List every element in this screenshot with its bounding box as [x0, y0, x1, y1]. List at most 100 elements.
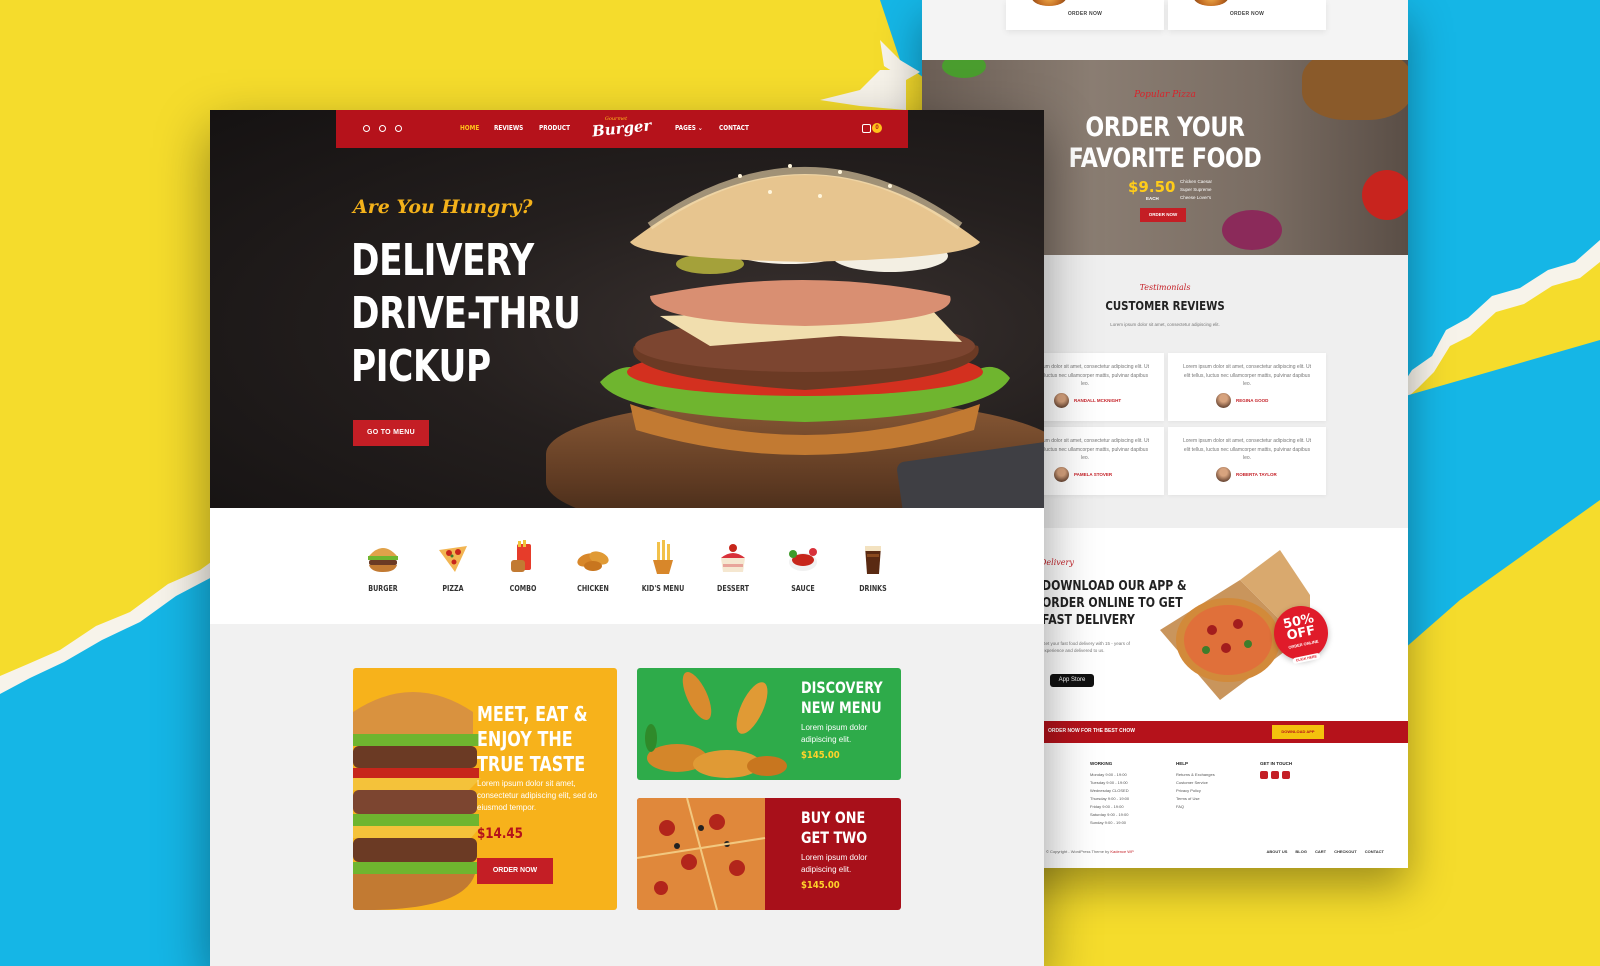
avatar [1216, 393, 1231, 408]
hero-kicker: Are You Hungry? [353, 196, 533, 218]
footer-help: HELP Returns & Exchanges Customer Servic… [1176, 761, 1215, 811]
category-sauce[interactable]: SAUCE [774, 538, 832, 593]
nav-contact[interactable]: CONTACT [719, 124, 749, 132]
chevron-down-icon: ⌄ [697, 124, 703, 132]
promo-price: $145.00 [801, 750, 840, 761]
nav-reviews[interactable]: REVIEWS [494, 124, 523, 132]
nav-pages[interactable]: PAGES ⌄ [675, 124, 703, 132]
facebook-icon[interactable] [363, 125, 370, 132]
price: $9.50 [1128, 178, 1176, 196]
product-card: ORDER NOW [1168, 0, 1326, 30]
pizza-image [637, 798, 766, 910]
footer-get-in-touch: GET IN TOUCH [1260, 761, 1292, 779]
avatar [1216, 467, 1231, 482]
instagram-icon[interactable] [1282, 771, 1290, 779]
order-now-button[interactable]: ORDER NOW [1140, 208, 1186, 222]
footer-link-about[interactable]: ABOUT US [1267, 849, 1288, 854]
footer-link-contact[interactable]: CONTACT [1365, 849, 1384, 854]
category-pizza[interactable]: PIZZA [424, 538, 482, 593]
reviewer-name: ROBERTA TAYLOR [1236, 472, 1277, 477]
review-text: Lorem ipsum dolor sit amet, consectetur … [1182, 364, 1312, 387]
section-description: Get your fast food delivery with 15 - ye… [1042, 641, 1131, 653]
avatar [1054, 467, 1069, 482]
twitter-icon[interactable] [379, 125, 386, 132]
footer-link-checkout[interactable]: CHECKOUT [1334, 849, 1357, 854]
nav-home[interactable]: HOME [460, 124, 479, 132]
footer-link[interactable]: Privacy Policy [1176, 787, 1215, 795]
promo-card-discovery[interactable]: DISCOVERY NEW MENU Lorem ipsum dolor adi… [637, 668, 901, 780]
go-to-menu-button[interactable]: GO TO MENU [353, 420, 429, 446]
instagram-icon[interactable] [395, 125, 402, 132]
app-store-button[interactable]: App Store [1050, 674, 1094, 687]
category-dessert[interactable]: DESSERT [704, 538, 762, 593]
cart-icon[interactable] [862, 124, 871, 133]
social-links [363, 125, 402, 132]
category-bar: BURGER PIZZA COMBO CHICKEN KID'S MENU DE… [210, 508, 1044, 624]
drinks-icon [865, 546, 881, 574]
promo-description: Lorem ipsum dolor sit amet, consectetur … [477, 779, 598, 812]
category-kids-menu[interactable]: KID'S MENU [634, 538, 692, 593]
pepper-slice-image [942, 60, 986, 78]
review-text: Lorem ipsum dolor sit amet, consectetur … [1182, 438, 1312, 461]
promo-price: $145.00 [801, 880, 840, 891]
footer-link[interactable]: Customer Service [1176, 779, 1215, 787]
front-page-preview: Are You Hungry? DELIVERY DRIVE-THRU PICK… [210, 110, 1044, 966]
cart-count-badge: 0 [872, 123, 882, 133]
pizza-thumbnail [1194, 0, 1228, 6]
footer-link[interactable]: Terms of Use [1176, 795, 1215, 803]
promo-card-meet-eat[interactable]: MEET, EAT & ENJOY THE TRUE TASTE Lorem i… [353, 668, 617, 910]
onion-image [1222, 210, 1282, 250]
order-now-button[interactable]: ORDER NOW [1168, 11, 1326, 17]
footer-link[interactable]: FAQ [1176, 803, 1215, 811]
section-kicker: Delivery [1040, 558, 1074, 567]
promo-price: $14.45 [477, 826, 523, 842]
kids-menu-icon [653, 540, 673, 574]
stacked-burger-image [353, 692, 481, 910]
top-product-cards: ORDER NOW ORDER NOW [922, 0, 1408, 60]
nav-product[interactable]: PRODUCT [539, 124, 570, 132]
order-now-button[interactable]: ORDER NOW [477, 858, 553, 884]
site-logo[interactable]: Gourmet Burger [591, 116, 652, 144]
download-app-button[interactable]: DOWNLOAD APP [1272, 725, 1324, 739]
nav-links-right: PAGES ⌄ CONTACT [675, 124, 755, 132]
product-card: ORDER NOW [1006, 0, 1164, 30]
sauce-icon [789, 548, 817, 571]
promo-title: BUY ONE GET TWO [801, 808, 868, 847]
section-kicker: Popular Pizza [1134, 90, 1196, 100]
pizza-icon [439, 546, 467, 572]
copyright: © Copyright - WordPress Theme by Kadence… [1046, 849, 1134, 854]
reviewer-name: REGINA GOOD [1236, 398, 1269, 403]
order-now-button[interactable]: ORDER NOW [1006, 11, 1164, 17]
tomato-image [1362, 170, 1408, 220]
nav-links-left: HOME REVIEWS PRODUCT [460, 124, 577, 132]
category-drinks[interactable]: DRINKS [844, 538, 902, 593]
avatar [1054, 393, 1069, 408]
review-card: Lorem ipsum dolor sit amet, consectetur … [1168, 427, 1326, 495]
cta-text: ORDER NOW FOR THE BEST CHOW [1048, 728, 1135, 734]
promo-title: MEET, EAT & ENJOY THE TRUE TASTE [477, 702, 588, 776]
review-card: Lorem ipsum dolor sit amet, consectetur … [1168, 353, 1326, 421]
hero-headline: DELIVERY DRIVE-THRU PICKUP [351, 235, 581, 392]
category-combo[interactable]: COMBO [494, 538, 552, 593]
promo-card-buy-one[interactable]: BUY ONE GET TWO Lorem ipsum dolor adipis… [637, 798, 901, 910]
footer-link-cart[interactable]: CART [1315, 849, 1326, 854]
combo-icon [511, 540, 531, 572]
facebook-icon[interactable] [1260, 771, 1268, 779]
promo-description: Lorem ipsum dolor adipiscing elit. [801, 723, 868, 744]
dessert-icon [721, 544, 745, 572]
main-navigation: HOME REVIEWS PRODUCT Gourmet Burger PAGE… [336, 110, 908, 148]
footer-link-blog[interactable]: BLOG [1295, 849, 1307, 854]
promo-description: Lorem ipsum dolor adipiscing elit. [801, 853, 868, 874]
price-unit: EACH [1146, 196, 1159, 201]
hero-section: Are You Hungry? DELIVERY DRIVE-THRU PICK… [210, 110, 1044, 508]
reviewer-name: PAMELA STOVER [1074, 472, 1113, 477]
author-link[interactable]: Kadence WP [1110, 849, 1133, 854]
flavour-list: Chicken Caesar Super Supreme Cheese Love… [1180, 179, 1213, 200]
footer-working-hours: WORKING Monday 9:00 - 19:00 Tuesday 9:00… [1090, 761, 1130, 825]
footer-link[interactable]: Returns & Exchanges [1176, 771, 1215, 779]
twitter-icon[interactable] [1271, 771, 1279, 779]
category-chicken[interactable]: CHICKEN [564, 538, 622, 593]
chicken-icon [577, 551, 609, 571]
category-burger[interactable]: BURGER [354, 538, 412, 593]
chicken-wings-image [645, 672, 787, 778]
